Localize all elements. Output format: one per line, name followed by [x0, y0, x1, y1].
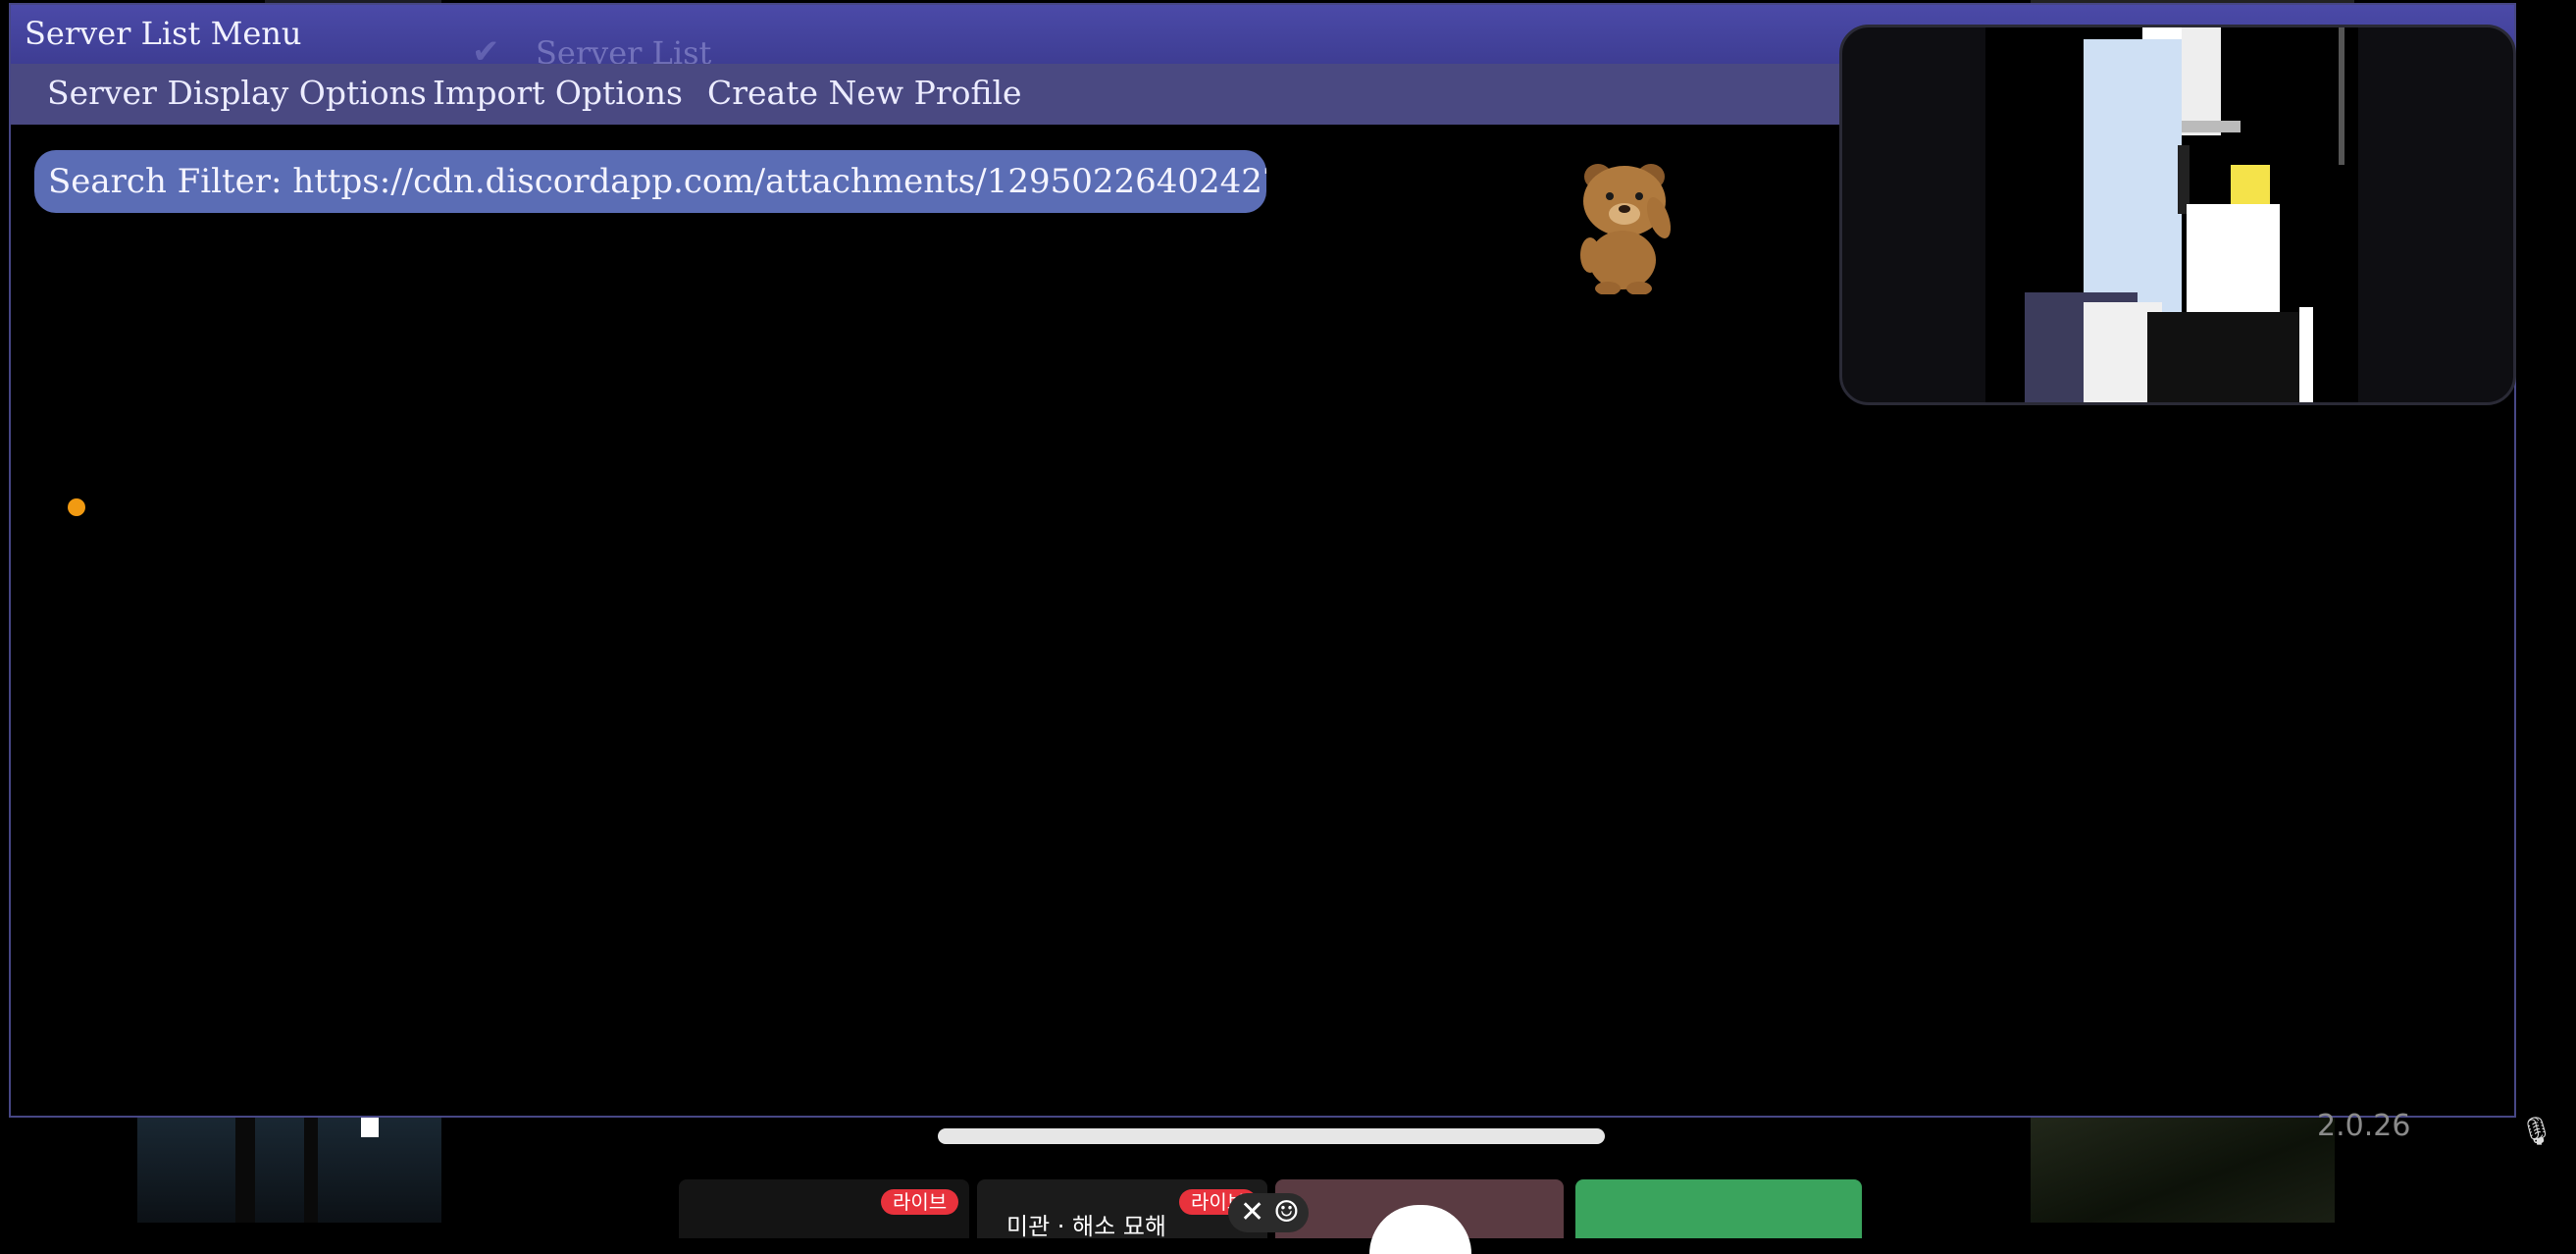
background-scene-right — [2031, 1104, 2335, 1223]
server-list-window: ✔ Server List Server List Menu Server Di… — [9, 3, 2516, 1118]
card-title: 미관 · 해소 묘해 — [1006, 1213, 1166, 1240]
live-card-4[interactable] — [1575, 1179, 1862, 1238]
menu-import-options[interactable]: Import Options — [433, 74, 683, 112]
preview-screen — [1985, 27, 2358, 402]
status-dot — [68, 498, 85, 516]
screen-share-preview[interactable] — [1839, 25, 2516, 405]
search-filter-input[interactable]: Search Filter: https://cdn.discordapp.co… — [34, 150, 1266, 213]
version-label: 2.0.26 — [2317, 1109, 2411, 1143]
menu-server-display-options[interactable]: Server Display Options — [47, 74, 427, 112]
close-icon[interactable]: ✕ ☺ — [1228, 1193, 1309, 1232]
window-title: Server List Menu — [25, 15, 302, 52]
mic-off-icon[interactable]: 🎙 — [2519, 1115, 2554, 1148]
menu-create-new-profile[interactable]: Create New Profile — [707, 74, 1022, 112]
live-badge: 라이브 — [881, 1189, 959, 1215]
teddy-bear-image — [1580, 164, 1672, 294]
home-indicator[interactable] — [938, 1128, 1605, 1144]
background-scene-left — [137, 1104, 441, 1223]
search-filter-text: Search Filter: https://cdn.discordapp.co… — [48, 162, 1266, 201]
